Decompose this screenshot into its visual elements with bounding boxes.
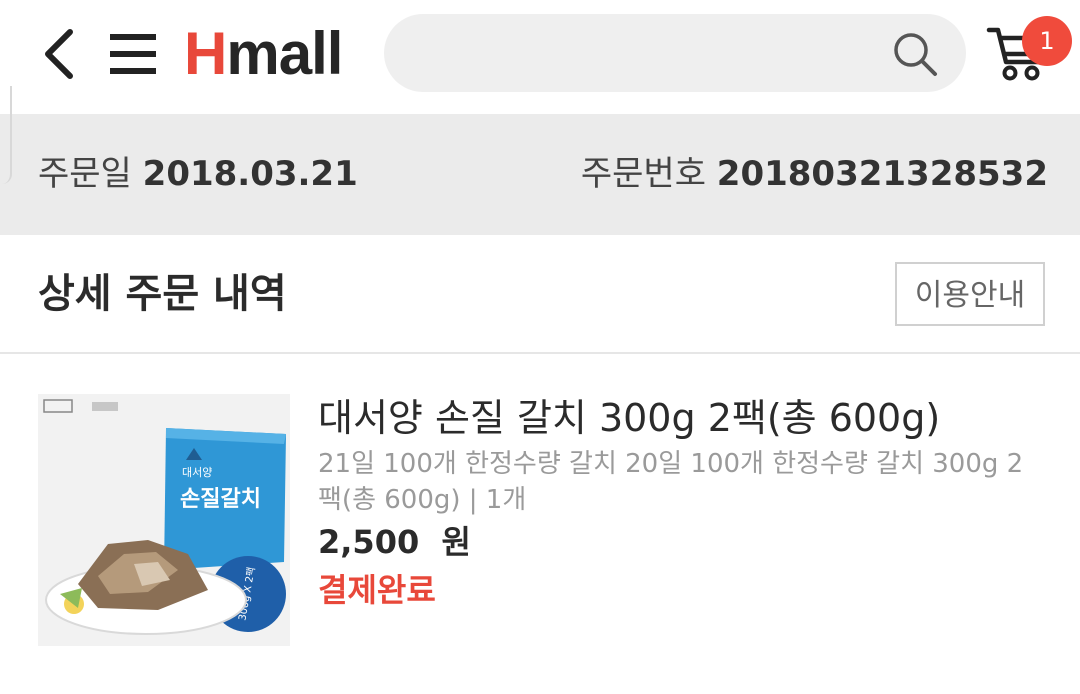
menu-button[interactable]: [108, 30, 158, 78]
order-date-value: 2018.03.21: [142, 154, 358, 194]
product-price: 2,500 원: [318, 523, 471, 561]
hamburger-icon: [110, 34, 156, 74]
order-date: 주문일 2018.03.21: [38, 154, 358, 194]
product-name[interactable]: 대서양 손질 갈치 300g 2팩(총 600g): [318, 392, 1058, 444]
guide-button[interactable]: 이용안내: [895, 262, 1045, 326]
payment-status: 결제완료: [318, 571, 436, 609]
order-date-label: 주문일: [38, 154, 132, 194]
search-input[interactable]: [384, 14, 966, 92]
order-number-value: 20180321328532: [716, 154, 1048, 194]
package-product-text: 손질갈치: [180, 487, 261, 512]
logo-h: H: [184, 20, 227, 87]
package-brand-text: 대서양: [182, 466, 212, 479]
logo-rest: mall: [226, 20, 343, 87]
order-info-bar: 주문일 2018.03.21 주문번호 20180321328532: [0, 114, 1080, 235]
chevron-left-icon: [45, 29, 73, 79]
product-option: 21일 100개 한정수량 갈치 20일 100개 한정수량 갈치 300g 2…: [318, 449, 1024, 515]
edge-handle: [0, 86, 12, 184]
back-button[interactable]: [38, 26, 82, 82]
product-image[interactable]: 대서양 손질갈치 300g X 2팩: [38, 394, 290, 646]
divider: [0, 352, 1080, 354]
order-number-label: 주문번호: [580, 154, 706, 194]
section-title: 상세 주문 내역: [38, 271, 287, 317]
top-header: Hmall 1: [0, 0, 1080, 114]
cart-count-badge: 1: [1022, 16, 1072, 66]
search-icon[interactable]: [892, 31, 938, 77]
product-package-illustration: 대서양 손질갈치 300g X 2팩: [38, 394, 290, 646]
order-number: 주문번호 20180321328532: [581, 154, 1048, 194]
hmall-logo[interactable]: Hmall: [184, 20, 343, 87]
